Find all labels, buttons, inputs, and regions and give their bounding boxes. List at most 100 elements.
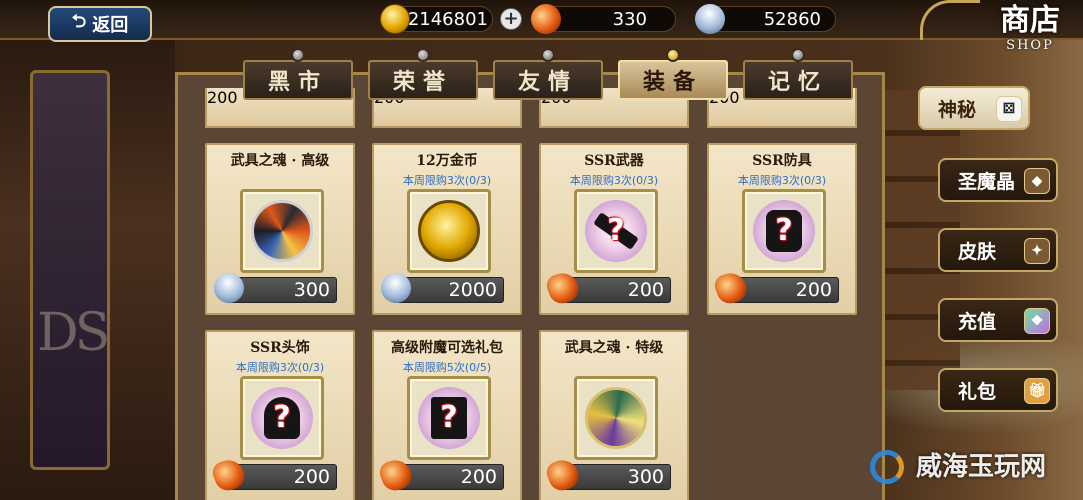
item-name: SSR防具	[752, 153, 812, 169]
top-bar: ⮌ 返回 2146801 + 330 52860 商店 SHOP	[0, 0, 1083, 53]
item-card-soul-advanced[interactable]: 武具之魂 · 高级 300	[205, 143, 355, 315]
tab-black-market[interactable]: 黑市	[243, 48, 353, 100]
watermark-text: 威海玉玩网	[916, 452, 1047, 482]
tab-memory[interactable]: 记忆	[743, 48, 853, 100]
ruby-counter: 330	[526, 0, 676, 39]
item-name: 武具之魂 · 特级	[564, 340, 664, 356]
tab-label: 荣誉	[392, 69, 453, 95]
item-card-enchant-pack[interactable]: 高级附魔可选礼包 本周限购5次(0/5) ? 200	[372, 330, 522, 500]
corner-ornament	[920, 0, 980, 40]
item-card-soul-special[interactable]: 武具之魂 · 特级 300	[539, 330, 689, 500]
price-value: 300	[293, 279, 330, 301]
gift-icon: 🎁︎	[1024, 378, 1050, 404]
side-menu-skins[interactable]: 皮肤 ✦	[938, 228, 1058, 272]
mystery-weapon-icon: ?	[585, 200, 647, 262]
side-menu-holy-crystal[interactable]: 圣魔晶 ◆	[938, 158, 1058, 202]
purchase-limit: 本周限购3次(0/3)	[402, 174, 492, 187]
price-bar: 300	[209, 268, 337, 308]
item-card-ssr-headgear[interactable]: SSR头饰 本周限购3次(0/3) ? 200	[205, 330, 355, 500]
price-value: 300	[627, 466, 664, 488]
price-bar: 200	[543, 268, 671, 308]
watermark-logo-icon	[870, 450, 904, 484]
purchase-limit: 本周限购5次(0/5)	[402, 361, 492, 374]
price-bar: 2000	[376, 268, 504, 308]
pin-icon	[791, 48, 805, 62]
tab-label: 记忆	[767, 69, 828, 95]
price-value: 200	[460, 466, 497, 488]
gold-coins-icon	[418, 200, 480, 262]
mystery-armor-icon: ?	[753, 200, 815, 262]
pin-icon	[416, 48, 430, 62]
tab-friendship[interactable]: 友情	[493, 48, 603, 100]
ruby-icon	[711, 268, 751, 308]
crystal-counter: 52860	[690, 0, 836, 39]
item-card-gold-coins[interactable]: 12万金币 本周限购3次(0/3) 2000	[372, 143, 522, 315]
purchase-limit: 本周限购3次(0/3)	[569, 174, 659, 187]
crystal-icon	[376, 268, 416, 308]
pin-icon	[291, 48, 305, 62]
weapon-soul-orb-icon	[585, 387, 647, 449]
dice-icon: ⚄	[996, 96, 1022, 122]
left-decor-panel: DS	[30, 70, 110, 470]
tab-label: 黑市	[267, 69, 328, 95]
shop-title-cn: 商店	[1000, 3, 1060, 38]
pin-icon	[666, 48, 680, 62]
price-value: 200	[627, 279, 664, 301]
ruby-icon	[209, 455, 249, 495]
price-value: 200	[795, 279, 832, 301]
item-frame: ?	[574, 189, 658, 273]
price-bar: 300	[543, 455, 671, 495]
ruby-icon	[526, 0, 566, 39]
side-menu-mystery[interactable]: 神秘 ⚄	[918, 86, 1030, 130]
weapon-soul-orb-icon	[251, 200, 313, 262]
price-bar: 200	[376, 455, 504, 495]
gold-value: 2146801	[407, 8, 488, 30]
side-menu-label: 皮肤	[958, 240, 997, 263]
crystal-value: 52860	[763, 8, 821, 30]
item-name: SSR武器	[584, 153, 644, 169]
price-value: 2000	[448, 279, 497, 301]
tab-label: 装备	[642, 69, 703, 95]
mystery-scroll-icon: ?	[418, 387, 480, 449]
watermark: 威海玉玩网	[870, 446, 1047, 484]
tab-label: 友情	[517, 69, 578, 95]
back-arrow-icon: ⮌	[71, 11, 87, 32]
ruby-icon	[543, 455, 583, 495]
item-frame	[574, 376, 658, 460]
side-menu-gift-pack[interactable]: 礼包 🎁︎	[938, 368, 1058, 412]
price-value: 200	[293, 466, 330, 488]
pin-icon	[541, 48, 555, 62]
item-name: SSR头饰	[250, 340, 310, 356]
gold-counter: 2146801	[380, 4, 493, 34]
price-bar: 200	[209, 455, 337, 495]
side-menu-label: 圣魔晶	[958, 170, 1016, 193]
side-menu-recharge[interactable]: 充值 ❖	[938, 298, 1058, 342]
ruby-icon	[376, 455, 416, 495]
item-frame: ?	[240, 376, 324, 460]
item-frame	[240, 189, 324, 273]
ruby-value: 330	[612, 8, 647, 30]
side-menu-label: 充值	[958, 310, 997, 333]
item-card-ssr-weapon[interactable]: SSR武器 本周限购3次(0/3) ? 200	[539, 143, 689, 315]
crystal-icon	[209, 268, 249, 308]
item-name: 武具之魂 · 高级	[230, 153, 330, 169]
crystal-icon	[690, 0, 730, 39]
mystery-headgear-icon: ?	[251, 387, 313, 449]
ruby-icon	[543, 268, 583, 308]
add-gold-button[interactable]: +	[500, 8, 522, 30]
tab-equipment[interactable]: 装备	[618, 48, 728, 100]
tab-honor[interactable]: 荣誉	[368, 48, 478, 100]
purchase-limit: 本周限购3次(0/3)	[737, 174, 827, 187]
gold-coin-icon	[380, 4, 410, 34]
item-frame: ?	[407, 376, 491, 460]
price-bar: 200	[711, 268, 839, 308]
gem-pack-icon: ❖	[1024, 308, 1050, 334]
item-card-ssr-armor[interactable]: SSR防具 本周限购3次(0/3) ? 200	[707, 143, 857, 315]
back-button[interactable]: ⮌ 返回	[48, 6, 152, 42]
item-name: 高级附魔可选礼包	[391, 340, 503, 356]
item-name: 12万金币	[416, 153, 478, 169]
back-label: 返回	[92, 15, 129, 36]
crystal-badge-icon: ◆	[1024, 168, 1050, 194]
item-frame: ?	[742, 189, 826, 273]
skin-icon: ✦	[1024, 238, 1050, 264]
